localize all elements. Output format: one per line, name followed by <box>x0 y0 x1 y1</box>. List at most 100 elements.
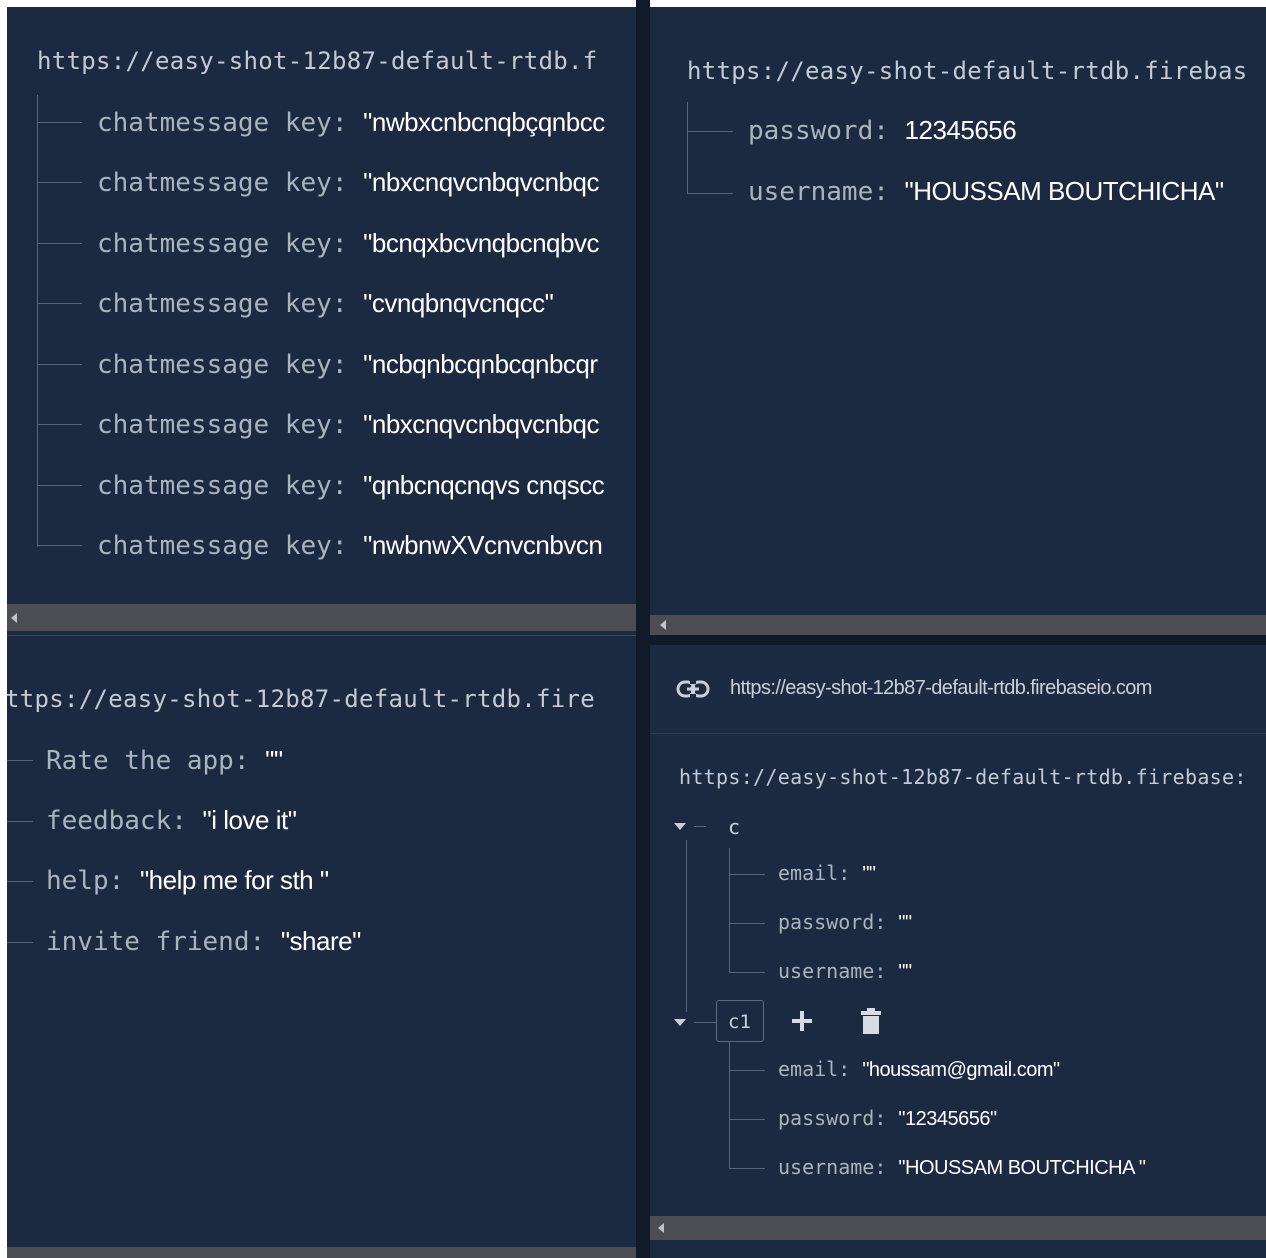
node-name: c1 <box>728 1011 751 1033</box>
tree-line <box>687 102 688 194</box>
tree-row[interactable]: chatmessage key: "qnbcnqcnqvs cnqscc <box>97 470 605 501</box>
row-value: "nwbxcnbcnqbçqnbcc <box>363 107 605 137</box>
row-colon: : <box>331 229 364 259</box>
scroll-left-arrow-icon[interactable] <box>658 1223 664 1233</box>
tree-row[interactable]: email: "houssam@gmail.com" <box>778 1057 1060 1082</box>
panel-bottom-right: https://easy-shot-12b87-default-rtdb.fir… <box>650 645 1266 1258</box>
row-colon: : <box>874 959 899 983</box>
node-name-box[interactable]: c1 <box>716 1000 764 1042</box>
row-key: username <box>778 1155 875 1179</box>
tree-row[interactable]: invite friend: "share" <box>46 926 361 957</box>
scroll-left-arrow-icon[interactable] <box>660 620 666 630</box>
row-key: chatmessage key <box>97 289 332 319</box>
tree-branch <box>37 303 82 304</box>
header-url[interactable]: https://easy-shot-12b87-default-rtdb.fir… <box>730 677 1152 700</box>
row-colon: : <box>874 1106 899 1130</box>
row-key: chatmessage key <box>97 410 332 440</box>
row-value: 12345656 <box>904 115 1017 145</box>
tree-branch <box>7 760 33 761</box>
trash-icon[interactable] <box>861 1008 881 1039</box>
tree-branch <box>729 1070 765 1071</box>
row-colon: : <box>331 168 364 198</box>
expand-triangle-icon[interactable] <box>674 823 686 830</box>
database-url[interactable]: https://easy-shot-default-rtdb.firebas <box>687 57 1247 85</box>
link-icon <box>676 678 710 705</box>
tree-row[interactable]: chatmessage key: "nbxcnqvcnbqvcnbqc <box>97 167 599 198</box>
tree-row[interactable]: chatmessage key: "nwbnwXVcnvcnbvcn <box>97 530 603 561</box>
plus-icon[interactable] <box>791 1010 813 1037</box>
tree-row[interactable]: chatmessage key: "cvnqbnqvcnqcc" <box>97 288 554 319</box>
row-value: "HOUSSAM BOUTCHICHA" <box>904 176 1225 206</box>
tree-row[interactable]: chatmessage key: "ncbqnbcqnbcqnbcqr <box>97 349 598 380</box>
row-colon: : <box>838 1057 863 1081</box>
row-key: feedback <box>46 806 172 836</box>
row-key: help <box>46 866 109 896</box>
row-colon: : <box>331 471 364 501</box>
tree-branch <box>7 881 33 882</box>
tree-branch <box>37 545 82 546</box>
row-colon: : <box>233 746 266 776</box>
tree-branch <box>694 1022 716 1023</box>
tree-row[interactable]: chatmessage key: "nwbxcnbcnqbçqnbcc <box>97 107 605 138</box>
tree-row[interactable]: password: "12345656" <box>778 1106 997 1131</box>
horizontal-scrollbar[interactable] <box>7 1247 636 1258</box>
panel-top-right: https://easy-shot-default-rtdb.firebas p… <box>650 7 1266 635</box>
tree-line <box>37 95 38 547</box>
vertical-divider <box>636 0 650 1258</box>
tree-row[interactable]: password: "" <box>778 910 912 935</box>
horizontal-scrollbar[interactable] <box>650 1216 1266 1240</box>
tree-branch <box>7 942 33 943</box>
panel-top-left: https://easy-shot-12b87-default-rtdb.f c… <box>7 7 636 635</box>
row-key: chatmessage key <box>97 229 332 259</box>
row-value: "i love it" <box>202 805 297 835</box>
row-key: password <box>778 910 875 934</box>
row-key: chatmessage key <box>97 108 332 138</box>
row-key: username <box>748 177 874 207</box>
tree-row[interactable]: help: "help me for sth " <box>46 865 329 896</box>
row-value: "" <box>265 745 283 775</box>
database-url[interactable]: https://easy-shot-12b87-default-rtdb.f <box>37 47 597 75</box>
horizontal-divider <box>636 635 1266 645</box>
tree-line <box>729 848 730 972</box>
tree-row[interactable]: feedback: "i love it" <box>46 805 297 836</box>
tree-branch <box>729 972 765 973</box>
node-name[interactable]: c <box>728 815 740 839</box>
row-value: "12345656" <box>898 1108 997 1130</box>
database-url[interactable]: ttps://easy-shot-12b87-default-rtdb.fire <box>7 685 595 713</box>
row-colon: : <box>171 806 203 836</box>
tree-row[interactable]: username: "HOUSSAM BOUTCHICHA" <box>748 176 1224 207</box>
row-colon: : <box>331 289 364 319</box>
tree-row[interactable]: username: "" <box>778 959 912 984</box>
row-colon: : <box>838 861 863 885</box>
tree-branch <box>37 485 82 486</box>
tree-row[interactable]: email: "" <box>778 861 876 886</box>
row-key: Rate the app <box>46 746 234 776</box>
tree-row[interactable]: username: "HOUSSAM BOUTCHICHA " <box>778 1155 1146 1180</box>
tree-branch <box>687 131 733 132</box>
row-key: chatmessage key <box>97 471 332 501</box>
row-colon: : <box>331 350 364 380</box>
database-url[interactable]: https://easy-shot-12b87-default-rtdb.fir… <box>679 765 1247 789</box>
row-value: "ncbqnbcqnbcqnbcqr <box>363 349 598 379</box>
scroll-left-arrow-icon[interactable] <box>11 613 17 623</box>
row-value: "houssam@gmail.com" <box>862 1059 1060 1081</box>
tree-row[interactable]: chatmessage key: "nbxcnqvcnbqvcnbqc <box>97 409 599 440</box>
row-colon: : <box>874 1155 899 1179</box>
tree-branch <box>729 874 765 875</box>
tree-branch <box>37 243 82 244</box>
row-value: "nbxcnqvcnbqvcnbqc <box>363 167 599 197</box>
expand-triangle-icon[interactable] <box>674 1019 686 1026</box>
tree-branch <box>37 364 82 365</box>
horizontal-scrollbar[interactable] <box>7 604 636 631</box>
tree-line <box>729 1042 730 1168</box>
row-key: chatmessage key <box>97 168 332 198</box>
tree-row[interactable]: chatmessage key: "bcnqxbcvnqbcnqbvc <box>97 228 599 259</box>
row-value: "nwbnwXVcnvcnbvcn <box>363 530 603 560</box>
row-value: "share" <box>280 926 362 956</box>
tree-branch <box>729 1168 765 1169</box>
horizontal-scrollbar[interactable] <box>650 615 1266 635</box>
tree-row[interactable]: password: 12345656 <box>748 115 1017 146</box>
row-key: password <box>748 116 874 146</box>
row-key: invite friend <box>46 927 250 957</box>
tree-row[interactable]: Rate the app: "" <box>46 745 283 776</box>
